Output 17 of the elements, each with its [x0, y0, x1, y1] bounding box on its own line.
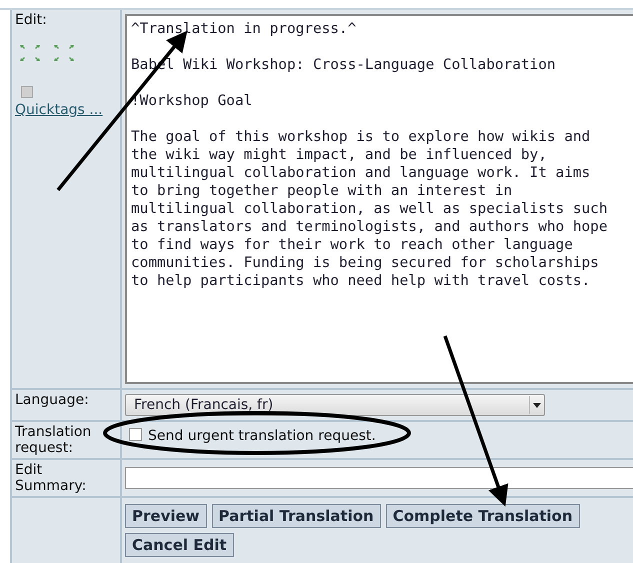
checkbox[interactable] [129, 428, 142, 441]
language-select[interactable]: French (Francais, fr) [125, 394, 545, 416]
arrows-icon[interactable] [53, 44, 75, 62]
field-label: Edit: [15, 12, 48, 28]
form-button[interactable]: Cancel Edit [125, 533, 234, 557]
field-label: Translation request: [12, 422, 122, 460]
caret-icon [533, 402, 541, 408]
form-button[interactable]: Partial Translation [212, 504, 381, 528]
field-label: Language: [12, 390, 122, 422]
form-button[interactable]: Preview [125, 504, 207, 528]
toggle-icon[interactable] [21, 86, 33, 98]
arrows-icon[interactable] [19, 44, 41, 62]
quicktags-link[interactable]: Quicktags ... [15, 102, 117, 118]
checkbox-label: Send urgent translation request. [148, 428, 376, 444]
field-label: Edit Summary: [12, 460, 122, 498]
summary-field[interactable] [125, 467, 633, 489]
form-button[interactable]: Complete Translation [386, 504, 580, 528]
